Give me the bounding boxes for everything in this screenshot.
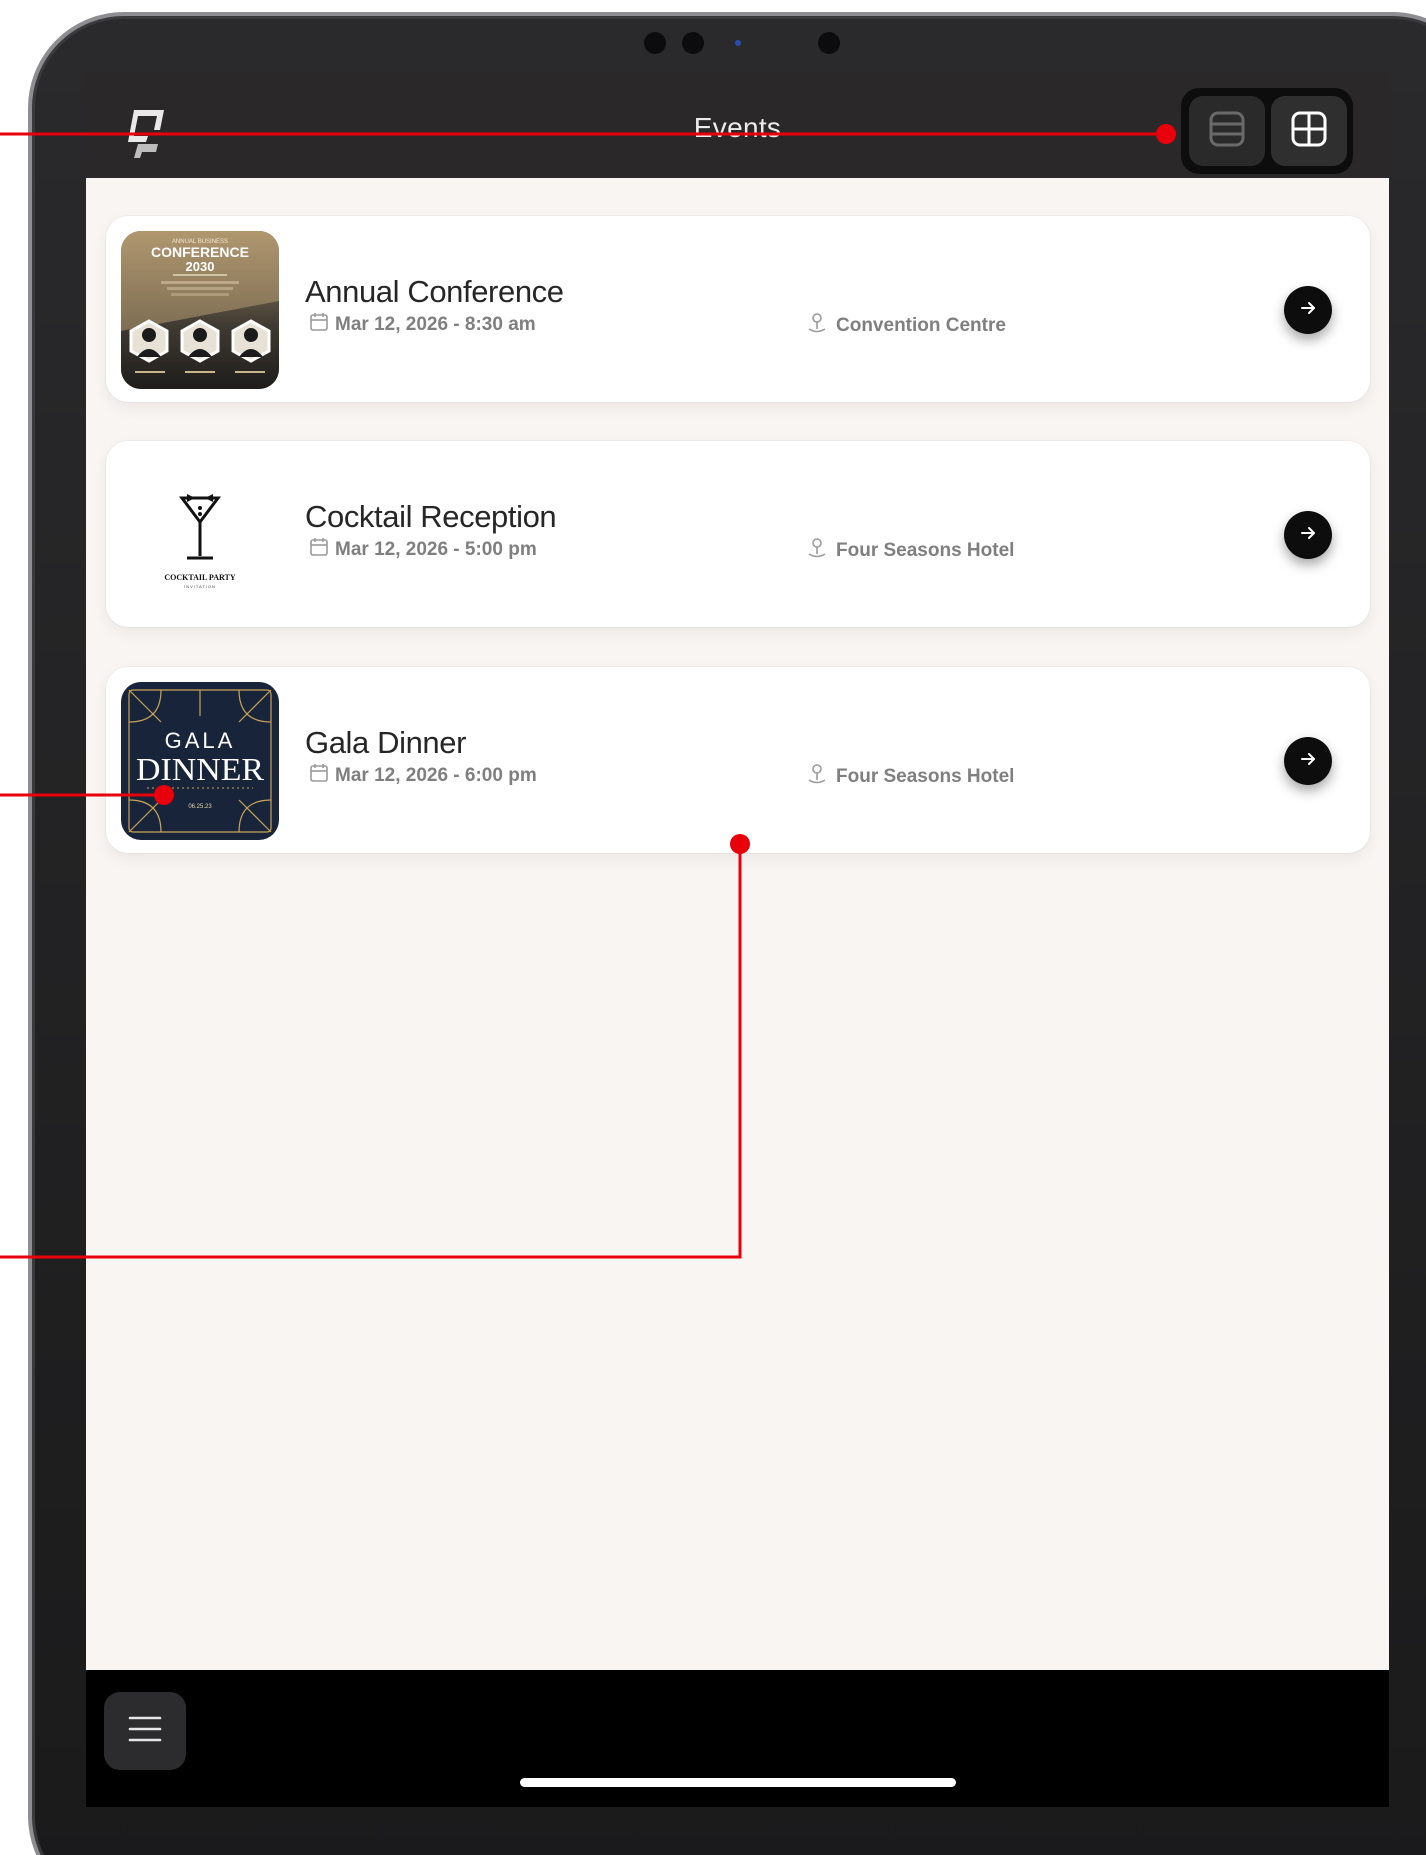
list-view-button[interactable]	[1189, 96, 1265, 166]
menu-button[interactable]	[104, 1692, 186, 1770]
event-venue: Four Seasons Hotel	[806, 763, 1014, 791]
hamburger-menu-icon	[127, 1713, 163, 1750]
event-title: Gala Dinner	[305, 725, 467, 760]
camera-bar	[630, 24, 850, 58]
calendar-icon	[309, 312, 329, 338]
location-pin-icon	[806, 312, 828, 340]
event-date: Mar 12, 2026 - 8:30 am	[309, 312, 536, 338]
event-card[interactable]: ANNUAL BUSINESS CONFERENCE 2030 Annual C…	[106, 216, 1370, 402]
event-card[interactable]: COCKTAIL PARTY INVITATION Cocktail Recep…	[106, 441, 1370, 627]
open-event-button[interactable]	[1284, 511, 1332, 559]
canvas: Events ANNUAL BUSINESS CONFERENCE 2030 A…	[0, 0, 1426, 1855]
event-thumbnail: ANNUAL BUSINESS CONFERENCE 2030	[121, 231, 279, 389]
event-venue-text: Four Seasons Hotel	[836, 540, 1015, 561]
list-view-icon	[1208, 110, 1246, 153]
sensor-dot	[818, 32, 840, 54]
bottom-bar	[86, 1670, 1389, 1807]
open-event-button[interactable]	[1284, 737, 1332, 785]
camera-lens	[682, 32, 704, 54]
arrow-right-icon	[1299, 750, 1317, 773]
view-toggle	[1181, 88, 1353, 174]
svg-text:06.25.23: 06.25.23	[188, 804, 212, 810]
location-pin-icon	[806, 537, 828, 565]
event-date-text: Mar 12, 2026 - 6:00 pm	[335, 765, 537, 786]
open-event-button[interactable]	[1284, 286, 1332, 334]
sensor-dot	[644, 32, 666, 54]
svg-text:2030: 2030	[186, 259, 215, 274]
svg-text:GALA: GALA	[165, 728, 236, 753]
home-indicator[interactable]	[520, 1778, 956, 1787]
calendar-icon	[309, 537, 329, 563]
app-screen: Events ANNUAL BUSINESS CONFERENCE 2030 A…	[86, 72, 1389, 1807]
event-venue: Convention Centre	[806, 312, 1006, 340]
svg-text:INVITATION: INVITATION	[184, 584, 216, 589]
svg-text:CONFERENCE: CONFERENCE	[151, 244, 249, 260]
event-venue-text: Convention Centre	[836, 315, 1006, 336]
app-header: Events	[86, 72, 1389, 178]
event-thumbnail: GALA DINNER 06.25.23	[121, 682, 279, 840]
grid-view-icon	[1290, 110, 1328, 153]
arrow-right-icon	[1299, 524, 1317, 547]
event-title: Annual Conference	[305, 274, 564, 309]
calendar-icon	[309, 763, 329, 789]
grid-view-button[interactable]	[1271, 96, 1347, 166]
event-date: Mar 12, 2026 - 5:00 pm	[309, 537, 537, 563]
arrow-right-icon	[1299, 299, 1317, 322]
event-thumbnail: COCKTAIL PARTY INVITATION	[121, 456, 279, 614]
indicator-led	[735, 40, 741, 46]
event-date-text: Mar 12, 2026 - 8:30 am	[335, 314, 536, 335]
event-card[interactable]: GALA DINNER 06.25.23 Gala Dinner Mar 12,…	[106, 667, 1370, 853]
svg-text:COCKTAIL PARTY: COCKTAIL PARTY	[164, 573, 235, 582]
event-venue: Four Seasons Hotel	[806, 537, 1014, 565]
svg-text:DINNER: DINNER	[136, 751, 265, 787]
event-title: Cocktail Reception	[305, 499, 557, 534]
location-pin-icon	[806, 763, 828, 791]
event-venue-text: Four Seasons Hotel	[836, 766, 1015, 787]
event-date-text: Mar 12, 2026 - 5:00 pm	[335, 539, 537, 560]
event-date: Mar 12, 2026 - 6:00 pm	[309, 763, 537, 789]
